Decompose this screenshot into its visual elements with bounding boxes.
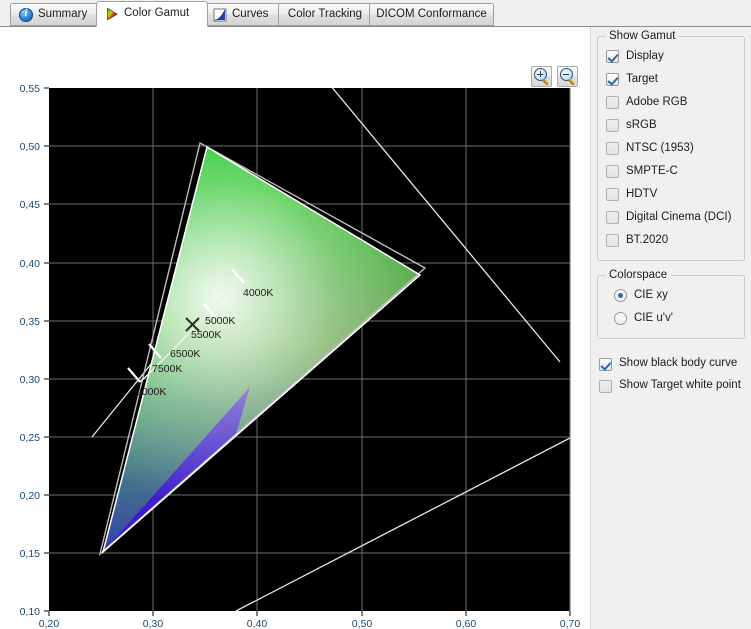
cie-chromaticity-chart: 4000K 5000K 5500K 6500K 7500K 9000K 0,10… (0, 27, 590, 629)
y-tick-8: 0,50 (20, 141, 41, 153)
bb-label-5500k: 5500K (191, 329, 221, 341)
checkbox-ntsc-1953-label: NTSC (1953) (626, 141, 694, 154)
radio-cie-xy-label: CIE xy (634, 288, 668, 301)
checkbox-target[interactable] (606, 73, 619, 86)
x-tick-2: 0,40 (247, 618, 268, 629)
checkbox-bt2020[interactable] (606, 234, 619, 247)
tab-color-gamut-label: Color Gamut (124, 7, 190, 20)
bb-label-4000k: 4000K (243, 287, 273, 299)
bb-label-6500k: 6500K (170, 348, 200, 360)
bb-label-9000k: 9000K (136, 386, 166, 398)
y-tick-1: 0,15 (20, 548, 41, 560)
tab-color-gamut[interactable]: Color Gamut (96, 1, 208, 27)
magnifier-handle-icon (541, 78, 550, 86)
y-tick-2: 0,20 (20, 490, 41, 502)
checkbox-row-ntsc-1953[interactable]: NTSC (1953) (606, 137, 738, 160)
checkbox-show-target-white-point-label: Show Target white point (619, 379, 741, 392)
checkbox-row-display[interactable]: Display (606, 45, 738, 68)
radio-row-cie-uv[interactable]: CIE u'v' (606, 307, 738, 330)
x-tick-4: 0,60 (456, 618, 477, 629)
checkbox-adobe-rgb[interactable] (606, 96, 619, 109)
tab-curves-label: Curves (232, 7, 269, 20)
y-tick-4: 0,30 (20, 374, 41, 386)
checkbox-row-bt2020[interactable]: BT.2020 (606, 229, 738, 252)
radio-cie-xy[interactable] (614, 289, 627, 302)
x-tick-1: 0,30 (143, 618, 164, 629)
checkbox-smpte-c[interactable] (606, 165, 619, 178)
checkbox-smpte-c-label: SMPTE-C (626, 164, 678, 177)
x-tick-3: 0,50 (352, 618, 373, 629)
content-area: 4000K 5000K 5500K 6500K 7500K 9000K 0,10… (0, 27, 751, 629)
radio-cie-uv-label: CIE u'v' (634, 311, 673, 324)
checkbox-display[interactable] (606, 50, 619, 63)
checkbox-hdtv[interactable] (606, 188, 619, 201)
checkbox-row-srgb[interactable]: sRGB (606, 114, 738, 137)
tab-color-tracking-label: Color Tracking (287, 7, 363, 20)
tab-color-tracking[interactable]: Color Tracking (278, 3, 372, 26)
tab-bar: Summary Color Gamut (0, 0, 751, 27)
bb-label-5000k: 5000K (205, 315, 235, 327)
radio-cie-uv[interactable] (614, 312, 627, 325)
y-axis-tick-labels: 0,10 0,15 0,20 0,25 0,30 0,35 0,40 0,45 … (20, 83, 41, 618)
y-tick-9: 0,55 (20, 83, 41, 95)
show-gamut-group-title: Show Gamut (605, 30, 680, 42)
magnifier-handle-icon (567, 78, 576, 86)
checkbox-row-adobe-rgb[interactable]: Adobe RGB (606, 91, 738, 114)
checkbox-row-show-black-body-curve[interactable]: Show black body curve (597, 353, 745, 375)
checkbox-hdtv-label: HDTV (626, 187, 658, 200)
checkbox-bt2020-label: BT.2020 (626, 233, 669, 246)
gamut-triangle-icon (105, 7, 119, 21)
checkbox-srgb-label: sRGB (626, 118, 657, 131)
checkbox-display-label: Display (626, 49, 664, 62)
checkbox-row-hdtv[interactable]: HDTV (606, 183, 738, 206)
tab-curves[interactable]: Curves (204, 3, 286, 26)
y-tick-3: 0,25 (20, 432, 41, 444)
checkbox-row-target[interactable]: Target (606, 68, 738, 91)
tab-dicom-conformance[interactable]: DICOM Conformance (369, 3, 494, 26)
checkbox-row-digital-cinema-dci[interactable]: Digital Cinema (DCI) (606, 206, 738, 229)
checkbox-show-black-body-curve-label: Show black body curve (619, 357, 738, 370)
bb-label-7500k: 7500K (152, 363, 182, 375)
colorspace-group-title: Colorspace (605, 269, 672, 281)
zoom-in-button[interactable] (531, 66, 552, 87)
show-gamut-group: Show Gamut Display Target Adobe RGB sRGB… (597, 30, 745, 261)
checkbox-target-label: Target (626, 72, 658, 85)
checkbox-row-show-target-white-point[interactable]: Show Target white point (597, 375, 745, 397)
checkbox-show-black-body-curve[interactable] (599, 357, 612, 371)
zoom-out-button[interactable] (557, 66, 578, 87)
y-tick-7: 0,45 (20, 199, 41, 211)
checkbox-ntsc-1953[interactable] (606, 142, 619, 155)
checkbox-show-target-white-point[interactable] (599, 379, 612, 393)
x-tick-5: 0,70 (560, 618, 581, 629)
y-tick-0: 0,10 (20, 606, 41, 618)
curve-chart-icon (213, 8, 227, 22)
tab-summary-label: Summary (38, 7, 88, 20)
x-axis-tick-labels: 0,20 0,30 0,40 0,50 0,60 0,70 (39, 618, 581, 629)
y-tick-5: 0,35 (20, 316, 41, 328)
tab-dicom-conformance-label: DICOM Conformance (376, 7, 487, 20)
info-icon (19, 7, 33, 22)
x-tick-0: 0,20 (39, 618, 60, 629)
checkbox-digital-cinema-dci-label: Digital Cinema (DCI) (626, 210, 732, 223)
checkbox-row-smpte-c[interactable]: SMPTE-C (606, 160, 738, 183)
y-tick-6: 0,40 (20, 258, 41, 270)
checkbox-digital-cinema-dci[interactable] (606, 211, 619, 224)
checkbox-adobe-rgb-label: Adobe RGB (626, 95, 688, 108)
checkbox-srgb[interactable] (606, 119, 619, 132)
radio-row-cie-xy[interactable]: CIE xy (606, 284, 738, 307)
chromaticity-plot-svg: 4000K 5000K 5500K 6500K 7500K 9000K 0,10… (20, 83, 581, 629)
colorspace-group: Colorspace CIE xy CIE u'v' (597, 269, 745, 339)
options-sidebar: Show Gamut Display Target Adobe RGB sRGB… (590, 27, 751, 629)
